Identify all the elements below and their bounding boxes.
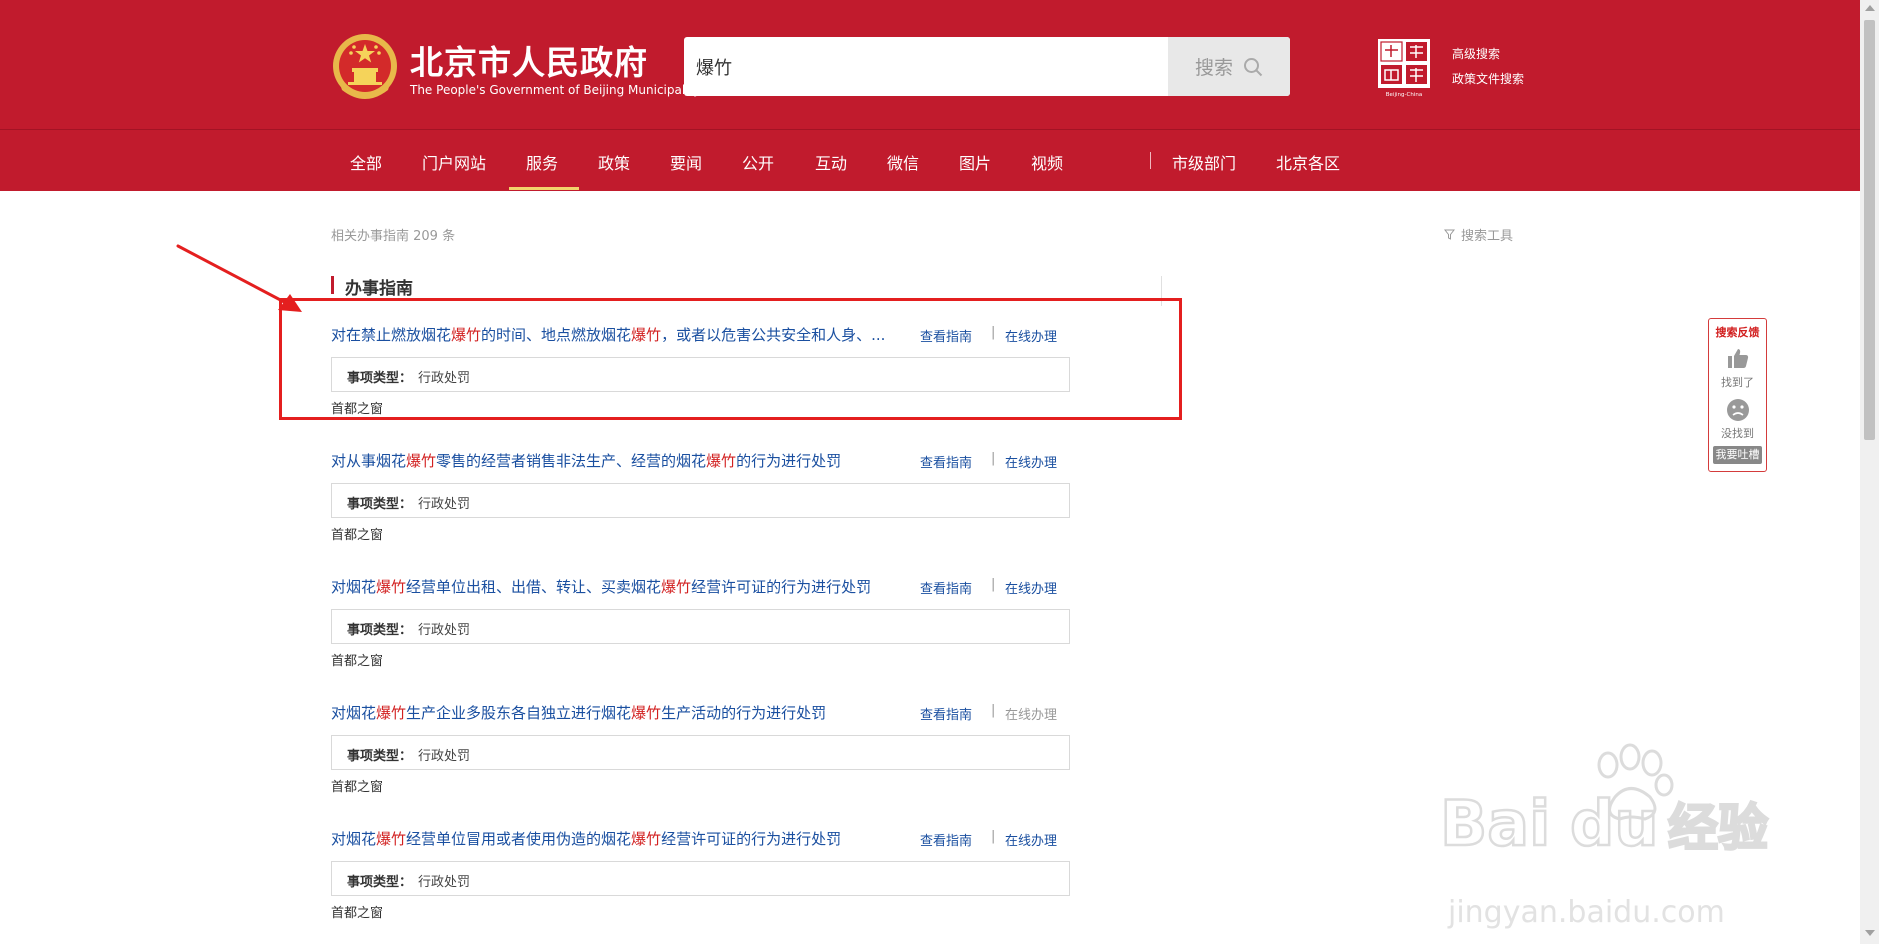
nav-tab-service[interactable]: 服务	[526, 150, 558, 174]
scroll-up-arrow-icon[interactable]	[1865, 5, 1875, 11]
nav-tab-images[interactable]: 图片	[959, 150, 991, 174]
svg-text:Bai: Bai	[1440, 787, 1550, 860]
nav-tab-districts[interactable]: 北京各区	[1276, 150, 1340, 174]
svg-text:du: du	[1570, 787, 1659, 860]
site-title: 北京市人民政府	[410, 43, 648, 82]
search-button[interactable]: 搜索	[1168, 37, 1290, 96]
policy-search-link[interactable]: 政策文件搜索	[1452, 70, 1524, 87]
item-type-value: 行政处罚	[418, 875, 471, 890]
search-button-label: 搜索	[1194, 57, 1233, 79]
capital-logo-caption: Beijing-China	[1386, 92, 1422, 98]
search-feedback-panel: 搜索反馈 找到了 没找到 我要吐槽	[1708, 318, 1767, 472]
result-source-3: 首都之窗	[331, 654, 384, 669]
watermark-text: jingyan.baidu.com	[1448, 895, 1725, 930]
feedback-title: 搜索反馈	[1715, 326, 1760, 339]
result-count: 相关办事指南 209 条	[331, 229, 456, 244]
nav-tab-policy[interactable]: 政策	[598, 150, 630, 174]
result-source-5: 首都之窗	[331, 906, 384, 921]
nav-tab-video[interactable]: 视频	[1031, 150, 1063, 174]
view-guide-link-5[interactable]: 查看指南	[920, 830, 972, 849]
item-type-value: 行政处罚	[418, 749, 471, 764]
section-title: 办事指南	[345, 279, 413, 299]
online-handle-link-5[interactable]: 在线办理	[1005, 830, 1057, 849]
search-icon	[1244, 57, 1263, 76]
item-type-box-4: 事项类型： 行政处罚	[331, 735, 1070, 770]
site-subtitle: The People's Government of Beijing Munic…	[410, 83, 701, 97]
item-type-label: 事项类型：	[347, 497, 413, 512]
svg-text:经验: 经验	[1668, 799, 1768, 857]
highlight-annotation-box	[279, 298, 1182, 420]
advanced-search-link[interactable]: 高级搜索	[1452, 45, 1500, 62]
search-input[interactable]	[684, 37, 1188, 96]
site-header: 北京市人民政府 The People's Government of Beiji…	[0, 0, 1860, 191]
vertical-scrollbar[interactable]	[1860, 0, 1879, 944]
thumbs-up-icon[interactable]	[1726, 346, 1750, 370]
item-type-label: 事项类型：	[347, 875, 413, 890]
search-tools-button[interactable]: 搜索工具	[1444, 225, 1513, 244]
result-title-3[interactable]: 对烟花爆竹经营单位出租、出借、转让、买卖烟花爆竹经营许可证的行为进行处罚	[331, 576, 871, 597]
link-separator: |	[991, 451, 996, 466]
nav-tab-city-departments[interactable]: 市级部门	[1172, 150, 1236, 174]
item-type-label: 事项类型：	[347, 749, 413, 764]
search-tools-label: 搜索工具	[1461, 229, 1514, 244]
nav-tab-news[interactable]: 要闻	[670, 150, 702, 174]
search-box: 搜索	[684, 37, 1290, 96]
nav-tab-interact[interactable]: 互动	[815, 150, 847, 174]
nav-tab-public[interactable]: 公开	[742, 150, 774, 174]
view-guide-link-3[interactable]: 查看指南	[920, 578, 972, 597]
scrollbar-thumb[interactable]	[1864, 20, 1875, 440]
capital-window-logo-icon: Beijing-China	[1378, 39, 1430, 98]
link-separator: |	[991, 829, 996, 844]
result-source-4: 首都之窗	[331, 780, 384, 795]
result-source-2: 首都之窗	[331, 528, 384, 543]
item-type-box-5: 事项类型： 行政处罚	[331, 861, 1070, 896]
feedback-not-found-button[interactable]: 没找到	[1709, 425, 1766, 441]
filter-icon	[1444, 229, 1455, 240]
header-divider	[0, 129, 1860, 130]
nav-separator	[1150, 152, 1151, 169]
baidu-jingyan-watermark-icon: Bai du 经验	[1439, 743, 1769, 861]
sad-face-icon[interactable]	[1726, 398, 1750, 422]
online-handle-link-4-disabled: 在线办理	[1005, 708, 1058, 723]
active-tab-indicator	[509, 187, 579, 190]
item-type-value: 行政处罚	[418, 497, 471, 512]
nav-tab-all[interactable]: 全部	[350, 150, 382, 174]
link-separator: |	[991, 577, 996, 592]
view-guide-link-4[interactable]: 查看指南	[920, 704, 972, 723]
online-handle-link-2[interactable]: 在线办理	[1005, 452, 1057, 471]
result-title-5[interactable]: 对烟花爆竹经营单位冒用或者使用伪造的烟花爆竹经营许可证的行为进行处罚	[331, 828, 841, 849]
scroll-down-arrow-icon[interactable]	[1865, 930, 1875, 936]
item-type-box-2: 事项类型： 行政处罚	[331, 483, 1070, 518]
item-type-box-3: 事项类型： 行政处罚	[331, 609, 1070, 644]
feedback-found-button[interactable]: 找到了	[1709, 374, 1766, 390]
annotation-arrow-icon	[176, 244, 302, 312]
nav-tab-portal[interactable]: 门户网站	[422, 150, 486, 174]
result-title-4[interactable]: 对烟花爆竹生产企业多股东各自独立进行烟花爆竹生产活动的行为进行处罚	[331, 702, 826, 723]
feedback-complain-button[interactable]: 我要吐槽	[1713, 446, 1762, 464]
national-emblem-icon	[333, 34, 397, 99]
item-type-value: 行政处罚	[418, 623, 471, 638]
view-guide-link-2[interactable]: 查看指南	[920, 452, 972, 471]
link-separator: |	[991, 703, 996, 718]
section-marker	[331, 276, 334, 294]
result-title-2[interactable]: 对从事烟花爆竹零售的经营者销售非法生产、经营的烟花爆竹的行为进行处罚	[331, 450, 841, 471]
online-handle-link-3[interactable]: 在线办理	[1005, 578, 1057, 597]
item-type-label: 事项类型：	[347, 623, 413, 638]
nav-tab-wechat[interactable]: 微信	[887, 150, 919, 174]
